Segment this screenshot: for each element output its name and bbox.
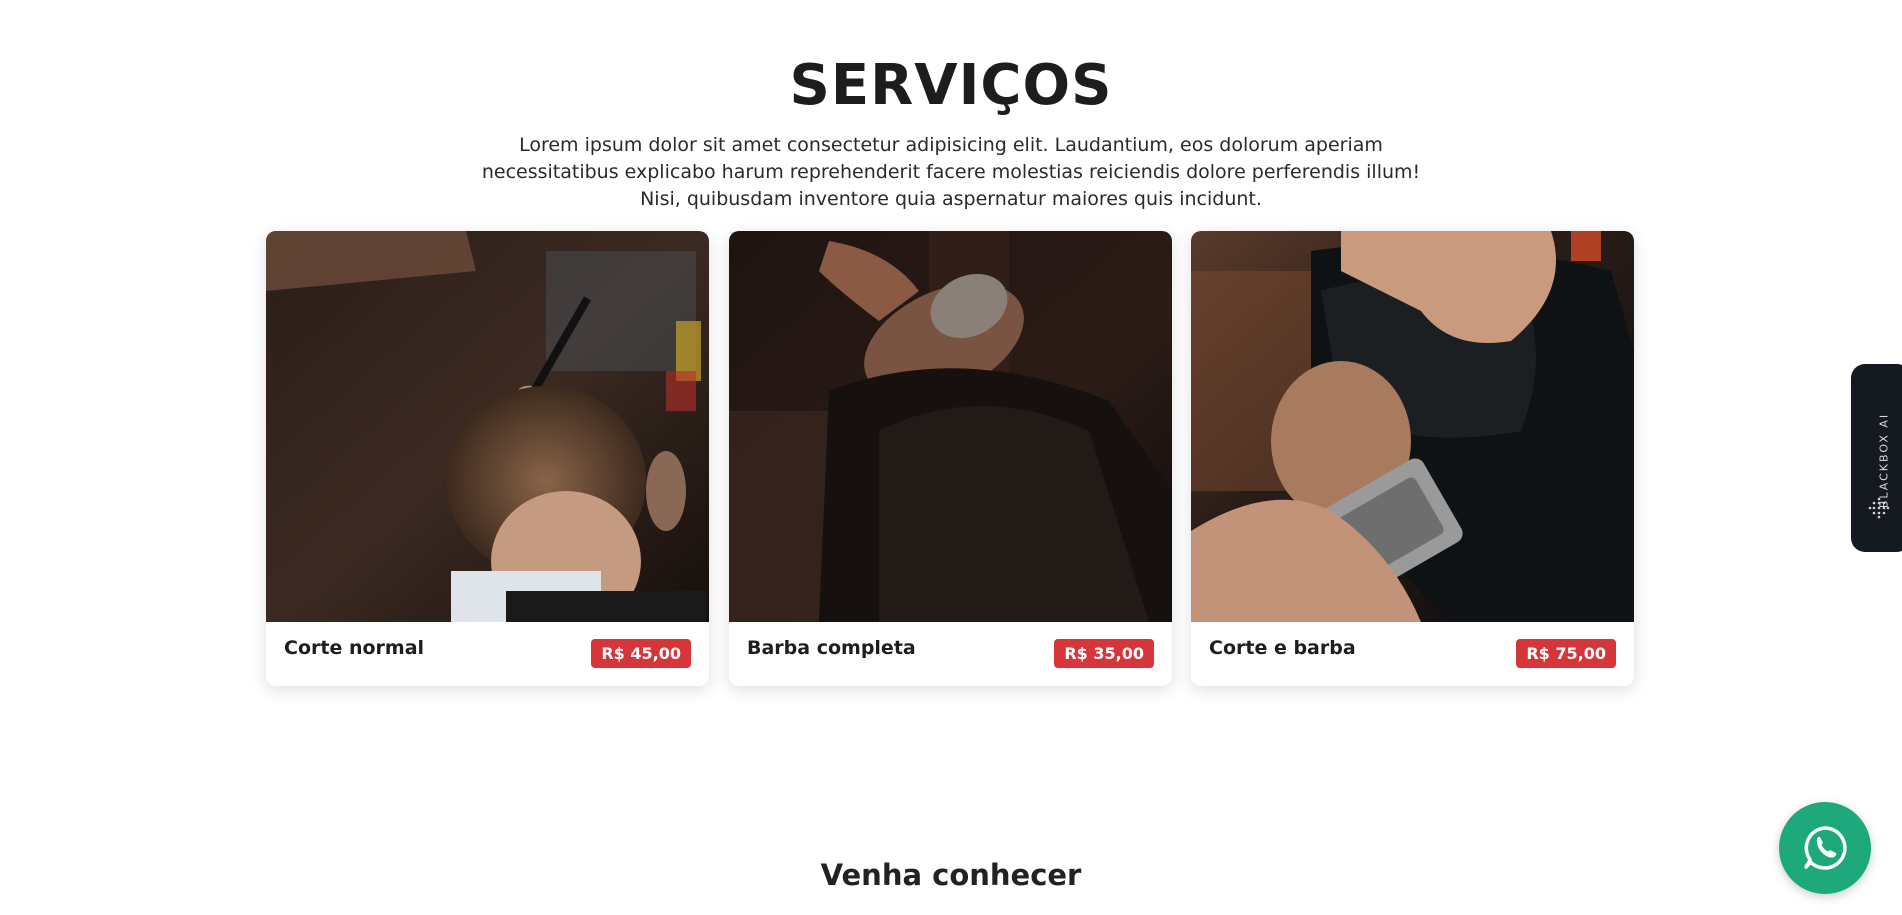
service-card-corte-normal[interactable]: Corte normal R$ 45,00: [266, 231, 709, 686]
service-image-clipper: [1191, 231, 1634, 622]
service-image-haircut: [266, 231, 709, 622]
service-name: Corte e barba: [1209, 637, 1356, 659]
services-title: SERVIÇOS: [789, 53, 1113, 118]
service-card-corte-e-barba[interactable]: Corte e barba R$ 75,00: [1191, 231, 1634, 686]
price-badge: R$ 75,00: [1516, 639, 1616, 668]
whatsapp-button[interactable]: [1779, 802, 1871, 894]
service-name: Barba completa: [747, 637, 916, 659]
services-description: Lorem ipsum dolor sit amet consectetur a…: [481, 134, 1421, 210]
price-badge: R$ 35,00: [1054, 639, 1154, 668]
blackbox-side-tab[interactable]: BLACKBOX AI: [1851, 364, 1902, 552]
service-name: Corte normal: [284, 637, 425, 659]
dot-grid-icon: [1868, 497, 1890, 519]
whatsapp-icon: [1804, 826, 1847, 870]
price-badge: R$ 45,00: [591, 639, 691, 668]
next-section-title: Venha conhecer: [820, 858, 1082, 892]
service-card-barba-completa[interactable]: Barba completa R$ 35,00: [729, 231, 1172, 686]
service-image-beard: [729, 231, 1172, 622]
